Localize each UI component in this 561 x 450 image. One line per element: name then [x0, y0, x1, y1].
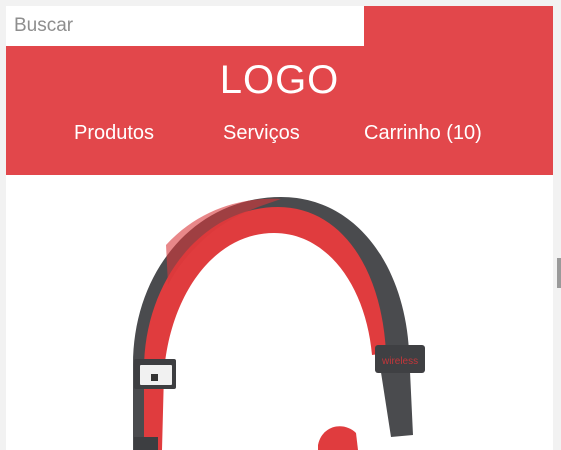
site-header: LOGO Produtos Serviços Carrinho (10) [6, 6, 553, 175]
product-image[interactable]: wireless [6, 175, 553, 450]
left-slider-button [151, 374, 158, 381]
left-earcup [134, 437, 158, 450]
right-earcup [318, 426, 358, 450]
nav-item-carrinho[interactable]: Carrinho (10) [364, 118, 482, 148]
page: LOGO Produtos Serviços Carrinho (10) wir… [6, 6, 553, 450]
scrollbar[interactable] [557, 258, 561, 288]
search-input[interactable] [6, 6, 364, 46]
wireless-label: wireless [381, 356, 418, 367]
nav-item-produtos[interactable]: Produtos [74, 118, 154, 148]
nav-item-servicos[interactable]: Serviços [223, 118, 300, 148]
main-nav: Produtos Serviços Carrinho (10) [6, 118, 553, 148]
headphones-icon: wireless [133, 197, 425, 450]
site-logo[interactable]: LOGO [6, 58, 553, 102]
